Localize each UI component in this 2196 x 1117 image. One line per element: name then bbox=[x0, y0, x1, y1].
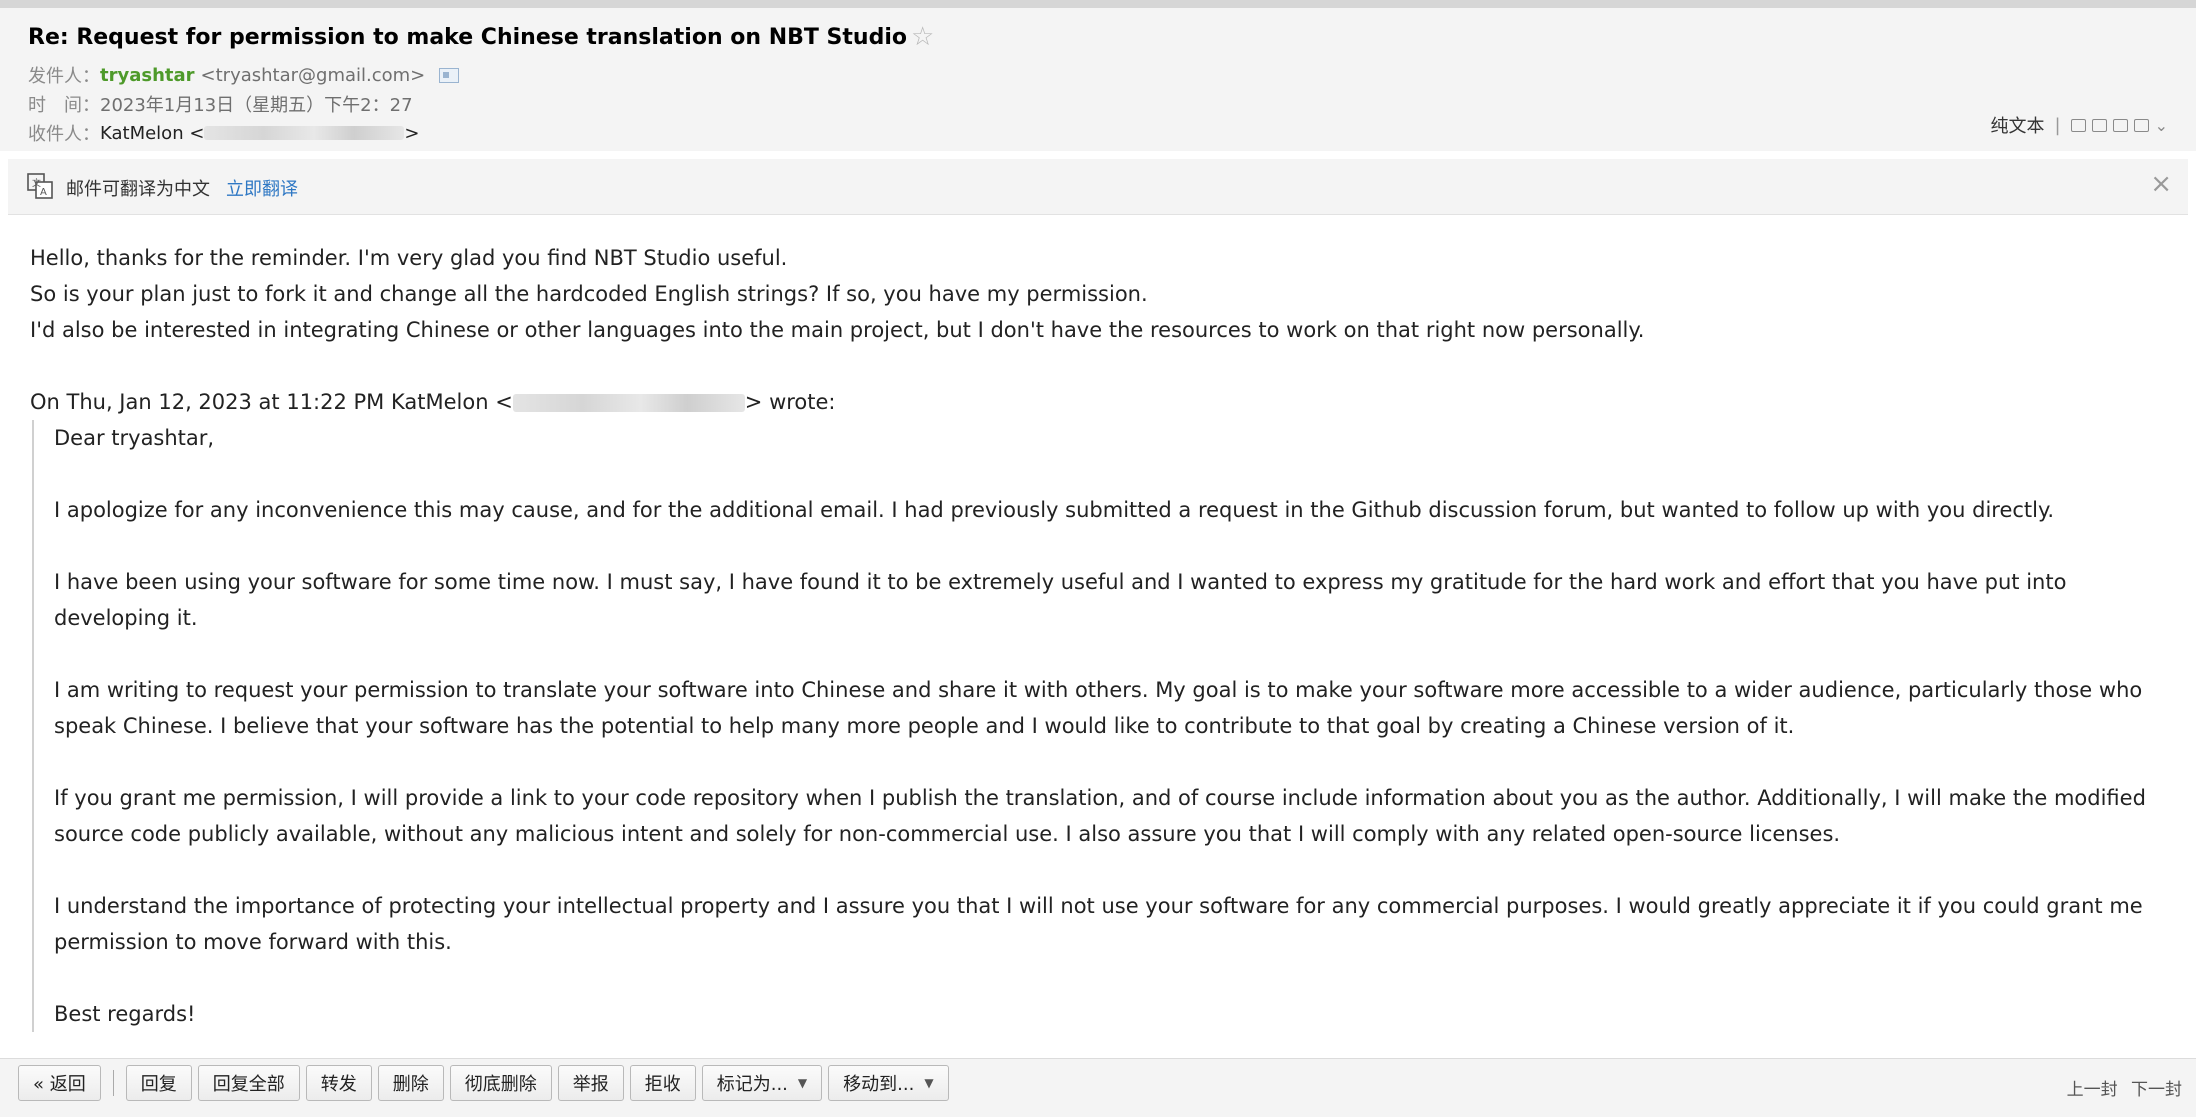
reply-line: I'd also be interested in integrating Ch… bbox=[30, 318, 1645, 342]
quote-header: On Thu, Jan 12, 2023 at 11:22 PM KatMelo… bbox=[30, 384, 2170, 420]
print-icon[interactable] bbox=[2133, 118, 2149, 132]
contact-card-icon[interactable] bbox=[439, 67, 460, 83]
to-row: 收件人： KatMelon < > bbox=[28, 120, 420, 146]
chevron-down-icon: ▼ bbox=[797, 1076, 808, 1090]
mail-subject: Re: Request for permission to make Chine… bbox=[28, 24, 934, 50]
quoted-paragraph: If you grant me permission, I will provi… bbox=[54, 786, 2146, 846]
prev-mail-link[interactable]: 上一封 bbox=[2067, 1080, 2118, 1100]
to-label: 收件人： bbox=[28, 124, 100, 145]
reply-all-button[interactable]: 回复全部 bbox=[197, 1065, 300, 1101]
reject-button[interactable]: 拒收 bbox=[629, 1065, 696, 1101]
copy-icon[interactable] bbox=[2091, 118, 2107, 132]
quote-header-suffix: > wrote: bbox=[744, 390, 836, 414]
mail-body: Hello, thanks for the reminder. I'm very… bbox=[30, 240, 2170, 1032]
reply-line: Hello, thanks for the reminder. I'm very… bbox=[30, 246, 788, 270]
recipient-close: > bbox=[404, 122, 420, 144]
translate-now-link[interactable]: 立即翻译 bbox=[226, 175, 298, 201]
sender-email: <tryashtar@gmail.com> bbox=[200, 64, 426, 86]
reply-button[interactable]: 回复 bbox=[125, 1065, 192, 1101]
time-label: 时 间： bbox=[28, 95, 100, 116]
svg-text:A: A bbox=[40, 187, 47, 198]
forward-button[interactable]: 转发 bbox=[305, 1065, 372, 1101]
quoted-paragraph: I understand the importance of protectin… bbox=[54, 894, 2143, 954]
action-buttons: « 返回 回复 回复全部 转发 删除 彻底删除 举报 拒收 标记为... ▼ 移… bbox=[18, 1065, 949, 1101]
quote-header-prefix: On Thu, Jan 12, 2023 at 11:22 PM KatMelo… bbox=[30, 390, 513, 414]
tools-separator: | bbox=[2054, 114, 2061, 136]
plain-text-link[interactable]: 纯文本 bbox=[1991, 112, 2045, 138]
quoted-paragraph: I am writing to request your permission … bbox=[54, 678, 2143, 738]
redacted-email bbox=[204, 126, 405, 140]
pager: 上一封 下一封 bbox=[2059, 1075, 2182, 1100]
export-icon[interactable] bbox=[2112, 118, 2128, 132]
time-value: 2023年1月13日（星期五）下午2：27 bbox=[100, 95, 413, 116]
new-window-icon[interactable] bbox=[2070, 118, 2086, 132]
view-tools: 纯文本 | ⌄ bbox=[1991, 112, 2168, 138]
close-icon[interactable]: × bbox=[2150, 169, 2172, 199]
reply-line: So is your plan just to fork it and chan… bbox=[30, 282, 1148, 306]
top-strip bbox=[0, 0, 2196, 8]
redacted-email bbox=[512, 394, 745, 412]
mail-header: Re: Request for permission to make Chine… bbox=[0, 8, 2196, 151]
recipient-name: KatMelon < bbox=[100, 122, 205, 144]
from-label: 发件人： bbox=[28, 66, 100, 87]
quoted-paragraph: I apologize for any inconvenience this m… bbox=[54, 498, 2055, 522]
sender-name[interactable]: tryashtar bbox=[100, 65, 195, 86]
translate-message: 邮件可翻译为中文 bbox=[66, 179, 210, 200]
action-toolbar: « 返回 回复 回复全部 转发 删除 彻底删除 举报 拒收 标记为... ▼ 移… bbox=[0, 1058, 2196, 1117]
quoted-greeting: Dear tryashtar, bbox=[54, 426, 215, 450]
quoted-closing: Best regards! bbox=[54, 1002, 196, 1026]
quoted-paragraph: I have been using your software for some… bbox=[54, 570, 2067, 630]
mark-as-label: 标记为... bbox=[716, 1074, 788, 1095]
move-to-dropdown[interactable]: 移动到... ▼ bbox=[828, 1065, 949, 1101]
translate-icon: 文 A bbox=[27, 173, 53, 199]
mark-as-dropdown[interactable]: 标记为... ▼ bbox=[701, 1065, 823, 1101]
star-icon[interactable]: ☆ bbox=[911, 24, 934, 50]
quoted-message: Dear tryashtar, I apologize for any inco… bbox=[32, 420, 2170, 1032]
next-mail-link[interactable]: 下一封 bbox=[2131, 1080, 2182, 1100]
chevron-down-icon[interactable]: ⌄ bbox=[2155, 116, 2168, 135]
subject-text: Re: Request for permission to make Chine… bbox=[28, 24, 907, 50]
from-row: 发件人： tryashtar <tryashtar@gmail.com> bbox=[28, 62, 460, 88]
report-button[interactable]: 举报 bbox=[557, 1065, 624, 1101]
chevron-down-icon: ▼ bbox=[924, 1076, 934, 1090]
delete-permanently-button[interactable]: 彻底删除 bbox=[449, 1065, 552, 1101]
translate-bar: 文 A 邮件可翻译为中文 立即翻译 × bbox=[8, 159, 2188, 215]
divider bbox=[112, 1070, 114, 1096]
back-button[interactable]: « 返回 bbox=[18, 1065, 101, 1101]
time-row: 时 间： 2023年1月13日（星期五）下午2：27 bbox=[28, 91, 413, 117]
delete-button[interactable]: 删除 bbox=[377, 1065, 444, 1101]
move-to-label: 移动到... bbox=[843, 1074, 915, 1095]
